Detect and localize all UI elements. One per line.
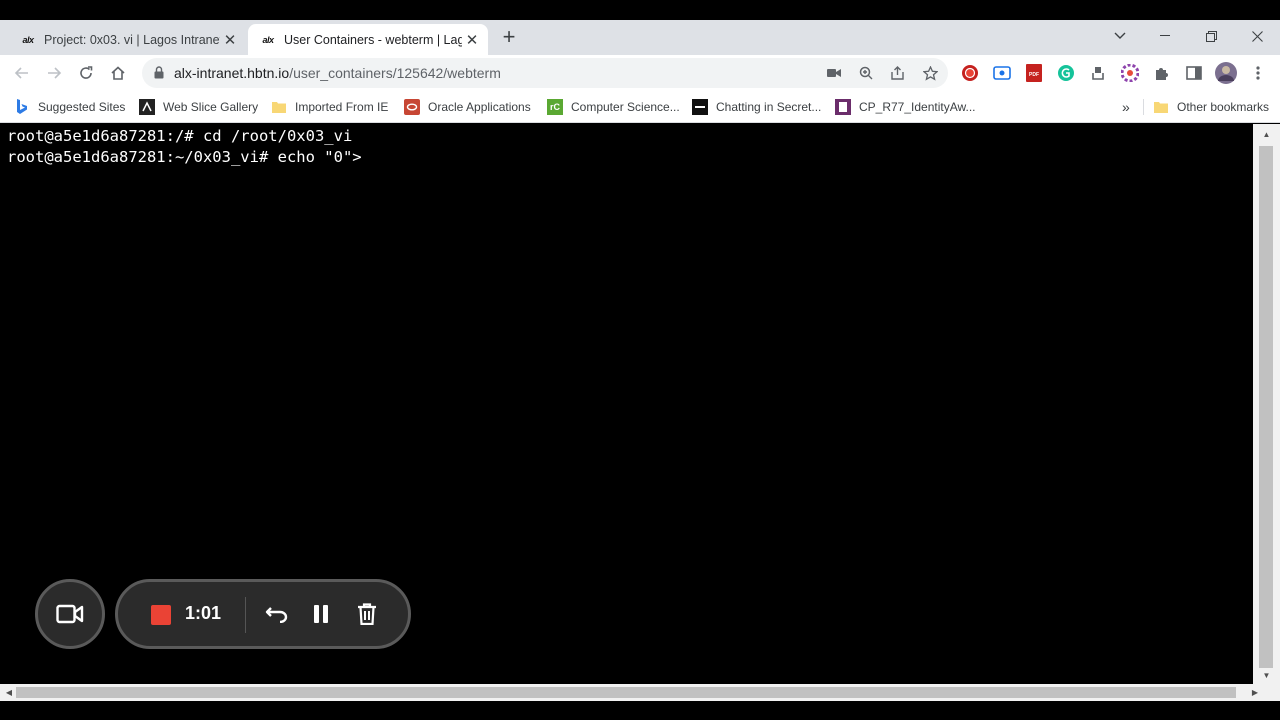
bookmark-oracle-applications[interactable]: Oracle Applications — [404, 97, 531, 117]
top-letterbox — [0, 0, 1280, 20]
bookmark-cp-r77[interactable]: CP_R77_IdentityAw... — [835, 97, 976, 117]
stop-recording-button[interactable] — [151, 605, 171, 625]
browser-toolbar: alx-intranet.hbtn.io/user_containers/125… — [0, 55, 1280, 91]
lock-icon[interactable] — [154, 66, 164, 79]
download-extension-icon[interactable] — [1088, 63, 1108, 83]
purple-doc-icon — [835, 99, 851, 115]
zoom-icon[interactable] — [856, 63, 876, 83]
extensions-puzzle-icon[interactable] — [1152, 63, 1172, 83]
recorder-camera-button[interactable] — [35, 579, 105, 649]
bottom-letterbox — [0, 701, 1280, 720]
svg-text:PDF: PDF — [1029, 72, 1039, 78]
side-panel-icon[interactable] — [1184, 63, 1204, 83]
undo-icon — [265, 607, 288, 623]
browser-menu-icon[interactable] — [1248, 63, 1268, 83]
scroll-left-icon[interactable]: ◀ — [2, 684, 16, 701]
tab-strip: alx Project: 0x03. vi | Lagos Intranet ✕… — [0, 20, 1280, 55]
minimize-button[interactable] — [1150, 24, 1180, 48]
alx-favicon-icon: alx — [22, 34, 34, 45]
vertical-scroll-thumb[interactable] — [1259, 146, 1273, 668]
pause-icon — [314, 605, 328, 623]
home-icon[interactable] — [106, 61, 130, 85]
screen-capture-extension-icon[interactable] — [992, 63, 1012, 83]
bookmarks-overflow-button[interactable]: » — [1122, 97, 1130, 117]
bookmark-suggested-sites[interactable]: Suggested Sites — [14, 97, 125, 117]
bookmark-star-icon[interactable] — [920, 63, 940, 83]
record-extension-icon[interactable] — [960, 63, 980, 83]
scroll-up-icon[interactable]: ▲ — [1253, 127, 1280, 141]
profile-avatar[interactable] — [1214, 61, 1238, 85]
restore-button[interactable] — [1196, 24, 1226, 48]
vertical-scrollbar[interactable]: ▲ ▼ — [1253, 124, 1280, 684]
undo-button[interactable] — [262, 599, 292, 629]
recorder-controls: 1:01 — [115, 579, 411, 649]
tab-title: Project: 0x03. vi | Lagos Intranet — [44, 32, 220, 47]
pdf-extension-icon[interactable]: PDF — [1024, 63, 1044, 83]
delete-recording-button[interactable] — [352, 599, 382, 629]
tab-title: User Containers - webterm | Lagos Intran… — [284, 32, 462, 47]
alx-favicon-icon: alx — [262, 34, 274, 45]
bookmarks-separator — [1143, 99, 1144, 115]
color-wheel-extension-icon[interactable] — [1120, 63, 1140, 83]
scroll-right-icon[interactable]: ▶ — [1248, 684, 1262, 701]
recording-timer: 1:01 — [185, 603, 222, 623]
reload-icon[interactable] — [74, 61, 98, 85]
screen: alx Project: 0x03. vi | Lagos Intranet ✕… — [0, 0, 1280, 720]
share-icon[interactable] — [888, 63, 908, 83]
tab-search-icon[interactable] — [1105, 24, 1135, 48]
url-text[interactable]: alx-intranet.hbtn.io/user_containers/125… — [174, 65, 501, 81]
camera-icon[interactable] — [824, 63, 844, 83]
terminal-line: root@a5e1d6a87281:/# cd /root/0x03_vi — [7, 127, 353, 145]
video-camera-icon — [56, 604, 84, 624]
dark-square-icon — [692, 99, 708, 115]
address-bar[interactable]: alx-intranet.hbtn.io/user_containers/125… — [142, 58, 948, 88]
horizontal-scrollbar[interactable]: ◀ ▶ — [0, 684, 1280, 701]
tab-webterm[interactable]: alx User Containers - webterm | Lagos In… — [248, 24, 488, 55]
tab-project-vi[interactable]: alx Project: 0x03. vi | Lagos Intranet ✕ — [8, 24, 246, 55]
folder-icon — [1153, 99, 1169, 115]
bookmark-imported-from-ie[interactable]: Imported From IE — [271, 97, 388, 117]
bookmark-computer-science[interactable]: rC Computer Science... — [547, 97, 680, 117]
bookmark-web-slice-gallery[interactable]: Web Slice Gallery — [139, 97, 258, 117]
bing-icon — [14, 99, 30, 115]
new-tab-button[interactable]: + — [498, 26, 520, 49]
back-arrow-icon[interactable] — [10, 61, 34, 85]
forward-arrow-icon[interactable] — [42, 61, 66, 85]
oracle-icon — [404, 99, 420, 115]
web-slice-icon — [139, 99, 155, 115]
scroll-down-icon[interactable]: ▼ — [1253, 668, 1280, 682]
tab-close-icon[interactable]: ✕ — [462, 30, 482, 50]
terminal-line: root@a5e1d6a87281:~/0x03_vi# echo "0"> — [7, 148, 362, 166]
grammarly-icon[interactable] — [1056, 63, 1076, 83]
close-window-button[interactable] — [1242, 24, 1272, 48]
bookmarks-bar: Suggested Sites Web Slice Gallery Import… — [0, 91, 1280, 123]
bookmark-chatting-in-secret[interactable]: Chatting in Secret... — [692, 97, 821, 117]
pause-button[interactable] — [306, 599, 336, 629]
bookmark-other-bookmarks[interactable]: Other bookmarks — [1153, 97, 1269, 117]
folder-icon — [271, 99, 287, 115]
rc-icon: rC — [547, 99, 563, 115]
trash-icon — [358, 603, 376, 625]
horizontal-scroll-thumb[interactable] — [16, 687, 1236, 698]
tab-close-icon[interactable]: ✕ — [220, 30, 240, 50]
recorder-divider — [245, 597, 246, 633]
